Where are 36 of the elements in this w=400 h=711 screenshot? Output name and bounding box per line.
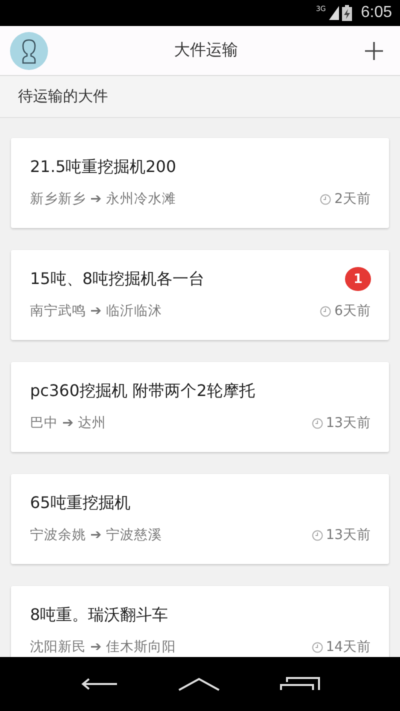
back-icon[interactable] xyxy=(80,677,118,691)
clock-icon xyxy=(312,530,323,540)
route-text: 沈阳新民 ➔ 佳木斯向阳 xyxy=(30,638,176,656)
section-title: 待运输的大件 xyxy=(18,87,108,106)
avatar-icon[interactable] xyxy=(10,32,48,70)
shipment-title: 8吨重。瑞沃翻斗车 xyxy=(30,604,168,626)
shipment-card[interactable]: 8吨重。瑞沃翻斗车 沈阳新民 ➔ 佳木斯向阳 14天前 xyxy=(11,586,389,657)
posted-time: 2天前 xyxy=(334,190,371,208)
posted-time: 13天前 xyxy=(326,414,371,432)
route-text: 宁波余姚 ➔ 宁波慈溪 xyxy=(30,526,162,544)
shipment-card[interactable]: 21.5吨重挖掘机200 新乡新乡 ➔ 永州冷水滩 2天前 xyxy=(11,138,389,228)
clock-time: 6:05 xyxy=(360,4,392,22)
shipment-title: pc360挖掘机 附带两个2轮摩托 xyxy=(30,380,255,402)
route-text: 巴中 ➔ 达州 xyxy=(30,414,106,432)
clock-icon xyxy=(320,194,332,204)
shipment-card[interactable]: 15吨、8吨挖掘机各一台 1 南宁武鸣 ➔ 临沂临沭 6天前 xyxy=(11,250,389,340)
signal-icon xyxy=(328,6,339,20)
shipment-card[interactable]: 65吨重挖掘机 宁波余姚 ➔ 宁波慈溪 13天前 xyxy=(11,474,389,564)
posted-time: 6天前 xyxy=(334,302,371,320)
battery-icon xyxy=(342,5,352,21)
add-icon[interactable] xyxy=(364,40,384,60)
shipment-card[interactable]: pc360挖掘机 附带两个2轮摩托 巴中 ➔ 达州 13天前 xyxy=(11,362,389,452)
home-icon[interactable] xyxy=(178,677,220,691)
shipment-title: 65吨重挖掘机 xyxy=(30,492,130,514)
shipment-title: 15吨、8吨挖掘机各一台 xyxy=(30,268,205,290)
shipment-title: 21.5吨重挖掘机200 xyxy=(30,156,176,178)
clock-icon xyxy=(312,642,323,652)
route-text: 南宁武鸣 ➔ 临沂临沭 xyxy=(30,302,162,320)
app-title: 大件运输 xyxy=(174,40,238,61)
posted-time: 13天前 xyxy=(326,526,371,544)
recent-apps-icon[interactable] xyxy=(280,677,320,691)
clock-icon xyxy=(312,418,323,428)
clock-icon xyxy=(320,306,332,316)
route-text: 新乡新乡 ➔ 永州冷水滩 xyxy=(30,190,176,208)
unread-badge: 1 xyxy=(345,267,371,291)
posted-time: 14天前 xyxy=(326,638,371,656)
